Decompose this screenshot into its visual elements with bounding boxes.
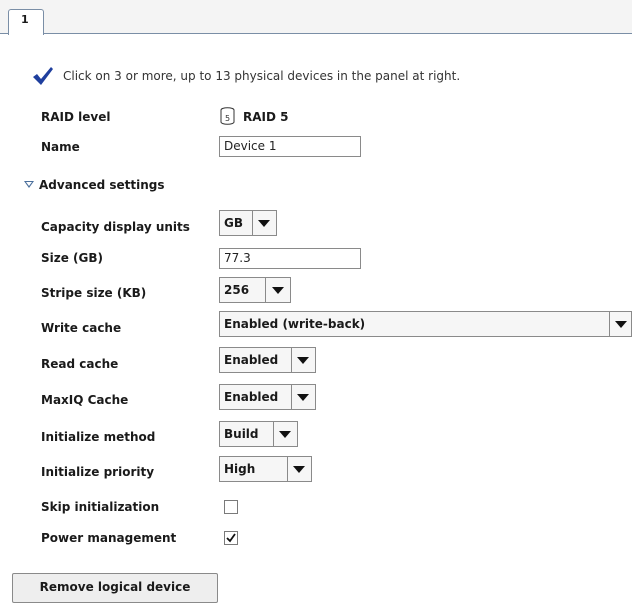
checkmark-icon [33, 67, 53, 85]
combo-separator [273, 422, 274, 446]
chevron-down-icon [293, 466, 305, 473]
power-mgmt-label: Power management [41, 531, 177, 545]
chevron-down-icon [297, 394, 309, 401]
combo-separator [609, 312, 610, 336]
advanced-settings-toggle[interactable]: Advanced settings [39, 178, 165, 192]
write-cache-select[interactable]: Enabled (write-back) [219, 311, 632, 337]
tab-device-1[interactable]: 1 [8, 9, 44, 35]
remove-logical-device-button[interactable]: Remove logical device [12, 573, 218, 603]
maxiq-cache-label: MaxIQ Cache [41, 393, 129, 407]
maxiq-cache-select[interactable]: Enabled [219, 384, 316, 410]
name-input[interactable]: Device 1 [219, 136, 361, 157]
capacity-units-select[interactable]: GB [219, 210, 277, 236]
chevron-down-icon [615, 321, 627, 328]
capacity-units-value: GB [224, 216, 243, 230]
capacity-units-label: Capacity display units [41, 220, 190, 234]
chevron-down-icon [258, 220, 270, 227]
write-cache-value: Enabled (write-back) [224, 317, 366, 331]
init-method-label: Initialize method [41, 430, 156, 444]
init-priority-value: High [224, 462, 256, 476]
init-method-value: Build [224, 427, 259, 441]
stripe-size-select[interactable]: 256 [219, 277, 291, 303]
read-cache-label: Read cache [41, 357, 119, 371]
combo-separator [252, 211, 253, 235]
tab-strip [0, 0, 632, 34]
instruction-text: Click on 3 or more, up to 13 physical de… [63, 69, 461, 83]
tab-underline-left [0, 33, 8, 34]
init-priority-select[interactable]: High [219, 456, 312, 482]
chevron-down-icon [297, 357, 309, 364]
expand-triangle-icon[interactable] [24, 181, 34, 188]
stripe-size-label: Stripe size (KB) [41, 286, 147, 300]
disk-raid-icon: 5 [220, 107, 235, 125]
size-input[interactable]: 77.3 [219, 248, 361, 269]
skip-init-checkbox[interactable] [224, 500, 238, 514]
read-cache-value: Enabled [224, 353, 279, 367]
tab-underline [44, 33, 632, 34]
raid-level-value: RAID 5 [243, 110, 289, 124]
write-cache-label: Write cache [41, 321, 122, 335]
stripe-size-value: 256 [224, 283, 250, 297]
combo-separator [291, 385, 292, 409]
read-cache-select[interactable]: Enabled [219, 347, 316, 373]
chevron-down-icon [272, 287, 284, 294]
init-priority-label: Initialize priority [41, 465, 155, 479]
skip-init-label: Skip initialization [41, 500, 160, 514]
combo-separator [287, 457, 288, 481]
raid-icon-digit: 5 [225, 114, 230, 123]
chevron-down-icon [279, 431, 291, 438]
combo-separator [265, 278, 266, 302]
check-icon [226, 533, 236, 543]
power-mgmt-checkbox[interactable] [224, 531, 238, 545]
raid-level-label: RAID level [41, 110, 111, 124]
combo-separator [291, 348, 292, 372]
maxiq-cache-value: Enabled [224, 390, 279, 404]
name-label: Name [41, 140, 80, 154]
size-label: Size (GB) [41, 251, 104, 265]
init-method-select[interactable]: Build [219, 421, 298, 447]
